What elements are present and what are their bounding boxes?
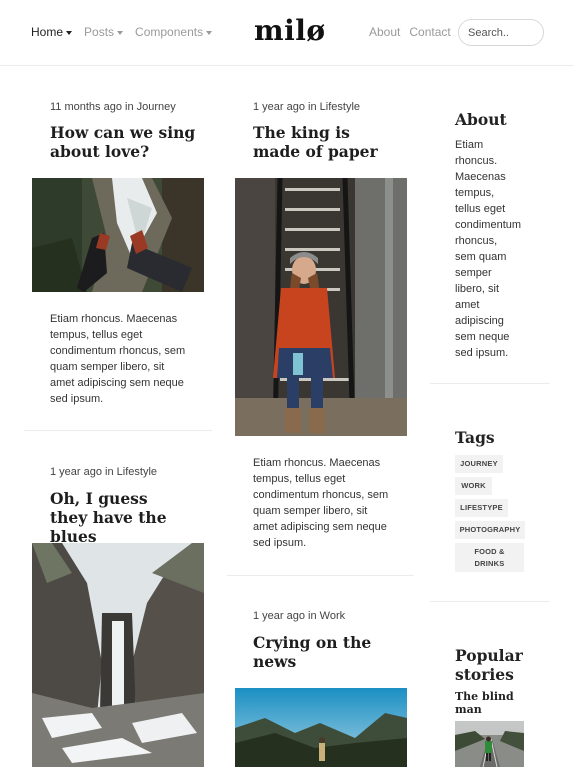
post-title[interactable]: The king is made of paper: [253, 123, 393, 161]
waterfall-photo: [32, 543, 204, 767]
site-logo[interactable]: milø: [254, 14, 326, 47]
site-header: Home Posts Components milø About Contact: [0, 0, 574, 66]
chevron-down-icon: [206, 30, 213, 35]
post-title[interactable]: Crying on the news: [253, 633, 393, 671]
sidebar-divider: [430, 601, 550, 602]
woman-on-stairs-photo: [235, 178, 407, 436]
nav-about[interactable]: About: [369, 25, 400, 39]
post-image-feet-waterfall[interactable]: [32, 178, 204, 292]
tag-food-drinks[interactable]: Food & Drinks: [455, 543, 524, 572]
about-heading: About: [455, 110, 507, 129]
popular-story-image[interactable]: [455, 721, 524, 767]
nav-posts-label: Posts: [84, 25, 115, 39]
nav-components-label: Components: [135, 25, 204, 39]
nav-posts[interactable]: Posts: [84, 25, 124, 39]
tag-journey[interactable]: Journey: [455, 455, 503, 473]
nav-home[interactable]: Home: [31, 25, 73, 39]
tag-photography[interactable]: Photography: [455, 521, 525, 539]
post-excerpt: Etiam rhoncus. Maecenas tempus, tellus e…: [253, 457, 389, 549]
feet-over-waterfall-photo: [32, 178, 204, 292]
mountains-photo: [235, 688, 407, 767]
post-meta: 1 year ago in Lifestyle: [253, 101, 361, 113]
post-title[interactable]: How can we sing about love?: [50, 123, 200, 161]
about-text: Etiam rhoncus. Maecenas tempus, tellus e…: [455, 139, 522, 359]
nav-contact[interactable]: Contact: [409, 25, 450, 39]
post-meta: 1 year ago in Lifestyle: [50, 466, 158, 478]
man-on-tracks-photo: [455, 721, 524, 767]
sidebar-divider: [430, 383, 550, 384]
post-title[interactable]: Oh, I guess they have the blues: [50, 489, 190, 546]
nav-home-label: Home: [31, 25, 64, 39]
post-divider: [24, 430, 212, 431]
secondary-nav: About Contact: [369, 25, 451, 39]
post-image-woman-stairs[interactable]: [235, 178, 407, 436]
nav-components[interactable]: Components: [135, 25, 213, 39]
chevron-down-icon: [66, 30, 73, 35]
tag-lifestype[interactable]: Lifestype: [455, 499, 508, 517]
chevron-down-icon: [117, 30, 124, 35]
popular-stories-heading: Popular stories: [455, 646, 523, 684]
post-image-mountains[interactable]: [235, 688, 407, 767]
post-excerpt: Etiam rhoncus. Maecenas tempus, tellus e…: [50, 313, 186, 405]
post-meta: 11 months ago in Journey: [50, 101, 176, 113]
main-nav: Home Posts Components: [31, 25, 213, 39]
post-meta: 1 year ago in Work: [253, 610, 346, 622]
search-input[interactable]: [458, 19, 544, 46]
tag-work[interactable]: Work: [455, 477, 492, 495]
post-divider: [227, 575, 414, 576]
tags-heading: Tags: [455, 428, 495, 447]
popular-story-title[interactable]: The blind man: [455, 690, 525, 716]
post-image-waterfall[interactable]: [32, 543, 204, 767]
